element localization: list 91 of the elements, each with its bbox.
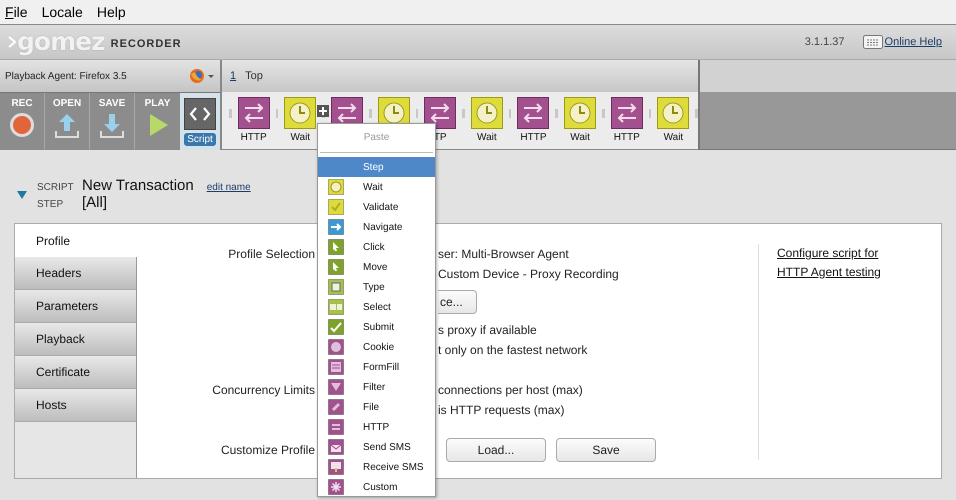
product-name: RECORDER	[110, 38, 182, 50]
step-separator	[695, 109, 698, 118]
step-separator	[462, 109, 465, 118]
cursor-icon	[328, 259, 344, 275]
form-icon	[328, 359, 344, 375]
configure-link[interactable]: Configure script for	[777, 244, 881, 263]
script-name: New Transaction	[82, 177, 194, 194]
step-separator	[229, 109, 232, 118]
checkmark-icon	[328, 199, 344, 215]
menu-item[interactable]: HTTP	[318, 417, 435, 437]
menu-item[interactable]: Send SMS	[318, 437, 435, 457]
text-field-icon	[328, 279, 344, 295]
setting-label: Profile Selection	[227, 246, 316, 263]
online-help-link[interactable]: Online Help	[884, 36, 942, 48]
edit-name-link[interactable]: edit name	[206, 182, 251, 193]
menu-item[interactable]: Validate	[318, 197, 435, 217]
step-caption: STEP	[37, 199, 64, 210]
step-separator	[555, 109, 558, 118]
clock-icon	[284, 97, 316, 129]
cursor-icon	[328, 239, 344, 255]
chevron-icon	[8, 36, 16, 48]
step-label: HTTP	[240, 132, 267, 143]
menu-item[interactable]: Click	[318, 237, 435, 257]
expand-triangle-icon[interactable]	[17, 190, 27, 200]
menu-item[interactable]: Move	[318, 257, 435, 277]
keyboard-icon	[862, 35, 883, 49]
button[interactable]: ce...	[438, 290, 477, 314]
step-separator	[276, 109, 278, 118]
script-caption: SCRIPT	[37, 182, 75, 193]
menu-item[interactable]: Type	[318, 277, 435, 297]
menu-item[interactable]: Receive SMS	[318, 457, 435, 477]
step-label: HTTP	[614, 132, 640, 143]
step-label: HTTP	[520, 132, 547, 143]
setting-label: Customize Profile	[220, 442, 316, 459]
setting-text: is HTTP requests (max)	[438, 402, 566, 419]
envelope-icon	[328, 439, 344, 455]
setting-text: t only on the fastest network	[438, 342, 588, 359]
tab[interactable]: Profile	[15, 224, 137, 257]
clock-icon	[328, 179, 344, 195]
setting-text: connections per host (max)	[438, 382, 584, 399]
download-icon	[98, 111, 126, 139]
cookie-icon	[328, 339, 344, 355]
menu-item[interactable]: Select	[318, 297, 435, 317]
menu-item[interactable]: FormFill	[318, 357, 435, 377]
menu-item[interactable]: Cookie	[318, 337, 435, 357]
clock-icon	[564, 97, 596, 129]
step-separator	[602, 109, 605, 118]
record-icon	[8, 111, 36, 139]
setting-text: ser: Multi-Browser Agent	[438, 246, 570, 263]
step-separator	[368, 109, 372, 118]
star-icon	[328, 479, 344, 495]
menu-item[interactable]: Filter	[318, 377, 435, 397]
clock-icon	[470, 97, 503, 129]
menu-item[interactable]: Step	[318, 157, 435, 177]
menu-item[interactable]: File	[318, 397, 435, 417]
menu-item[interactable]: Locale	[42, 4, 83, 20]
page-number-link[interactable]: 1	[230, 70, 236, 82]
configure-link[interactable]: HTTP Agent testing	[777, 263, 881, 282]
menu-item[interactable]: Submit	[318, 317, 435, 337]
step-separator	[508, 109, 512, 118]
clock-icon	[657, 97, 690, 129]
setting-text: s proxy if available	[438, 322, 538, 339]
step-label: Wait	[570, 132, 590, 143]
step-label: Wait	[664, 132, 684, 143]
dropdown-icon	[328, 299, 344, 315]
button[interactable]: Load...	[446, 438, 546, 462]
step-label: Wait	[477, 132, 497, 143]
browser-icon	[189, 68, 215, 84]
upload-icon	[53, 111, 81, 139]
version-number: 3.1.1.37	[804, 36, 845, 48]
menu-item[interactable]: Navigate	[318, 217, 435, 237]
playback-agent-label: Playback Agent: Firefox 3.5	[5, 70, 127, 82]
step-separator	[648, 109, 652, 118]
envelope-icon	[328, 459, 344, 475]
menu-item[interactable]: File	[5, 4, 28, 20]
step-value: [All]	[82, 194, 108, 211]
script-button[interactable]: Script	[184, 132, 216, 146]
page-title: Top	[245, 70, 263, 82]
submit-icon	[328, 319, 344, 335]
menu-item[interactable]: Wait	[318, 177, 435, 197]
plus-icon	[319, 107, 327, 115]
menu-item[interactable]: Help	[96, 4, 126, 20]
setting-label: Concurrency Limits	[211, 382, 316, 399]
filter-icon	[328, 379, 344, 395]
step-separator	[416, 109, 418, 118]
menu-item[interactable]: Custom	[318, 477, 435, 497]
step-label: Wait	[290, 132, 310, 143]
code-icon	[184, 98, 216, 130]
setting-text: Custom Device - Proxy Recording	[438, 266, 620, 283]
add-step-button[interactable]	[317, 105, 329, 117]
button[interactable]: Save	[556, 438, 656, 462]
